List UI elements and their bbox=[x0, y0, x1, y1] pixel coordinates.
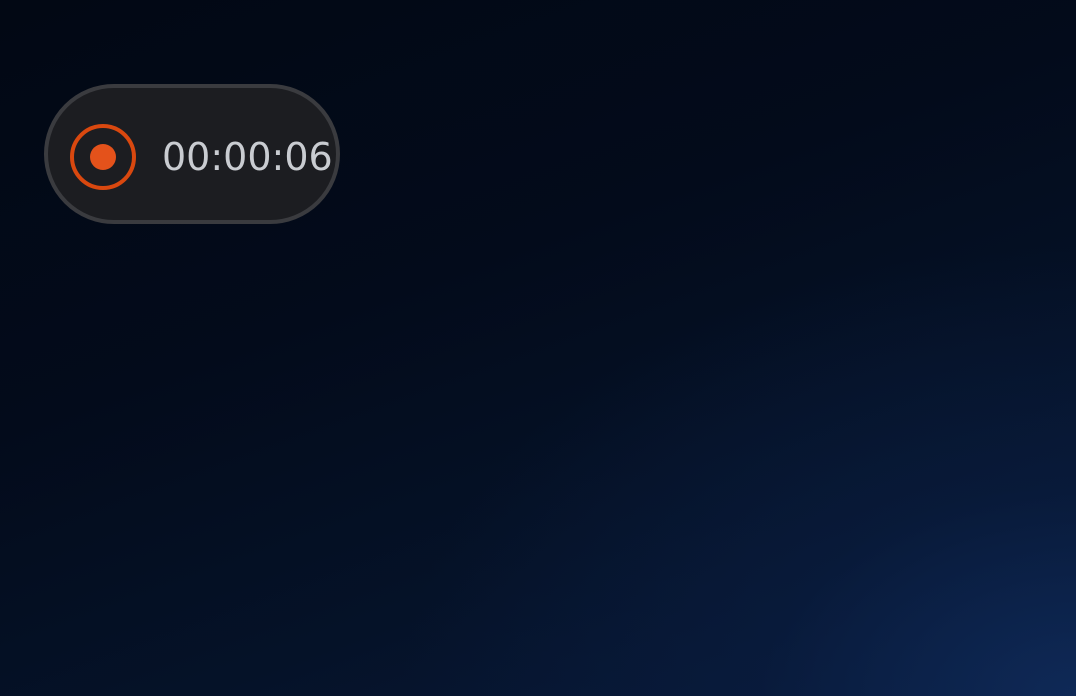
record-icon bbox=[90, 144, 116, 170]
screen-recorder-widget[interactable]: 00:00:06 bbox=[44, 84, 340, 224]
record-button[interactable] bbox=[70, 124, 136, 190]
recording-timer: 00:00:06 bbox=[162, 135, 333, 179]
